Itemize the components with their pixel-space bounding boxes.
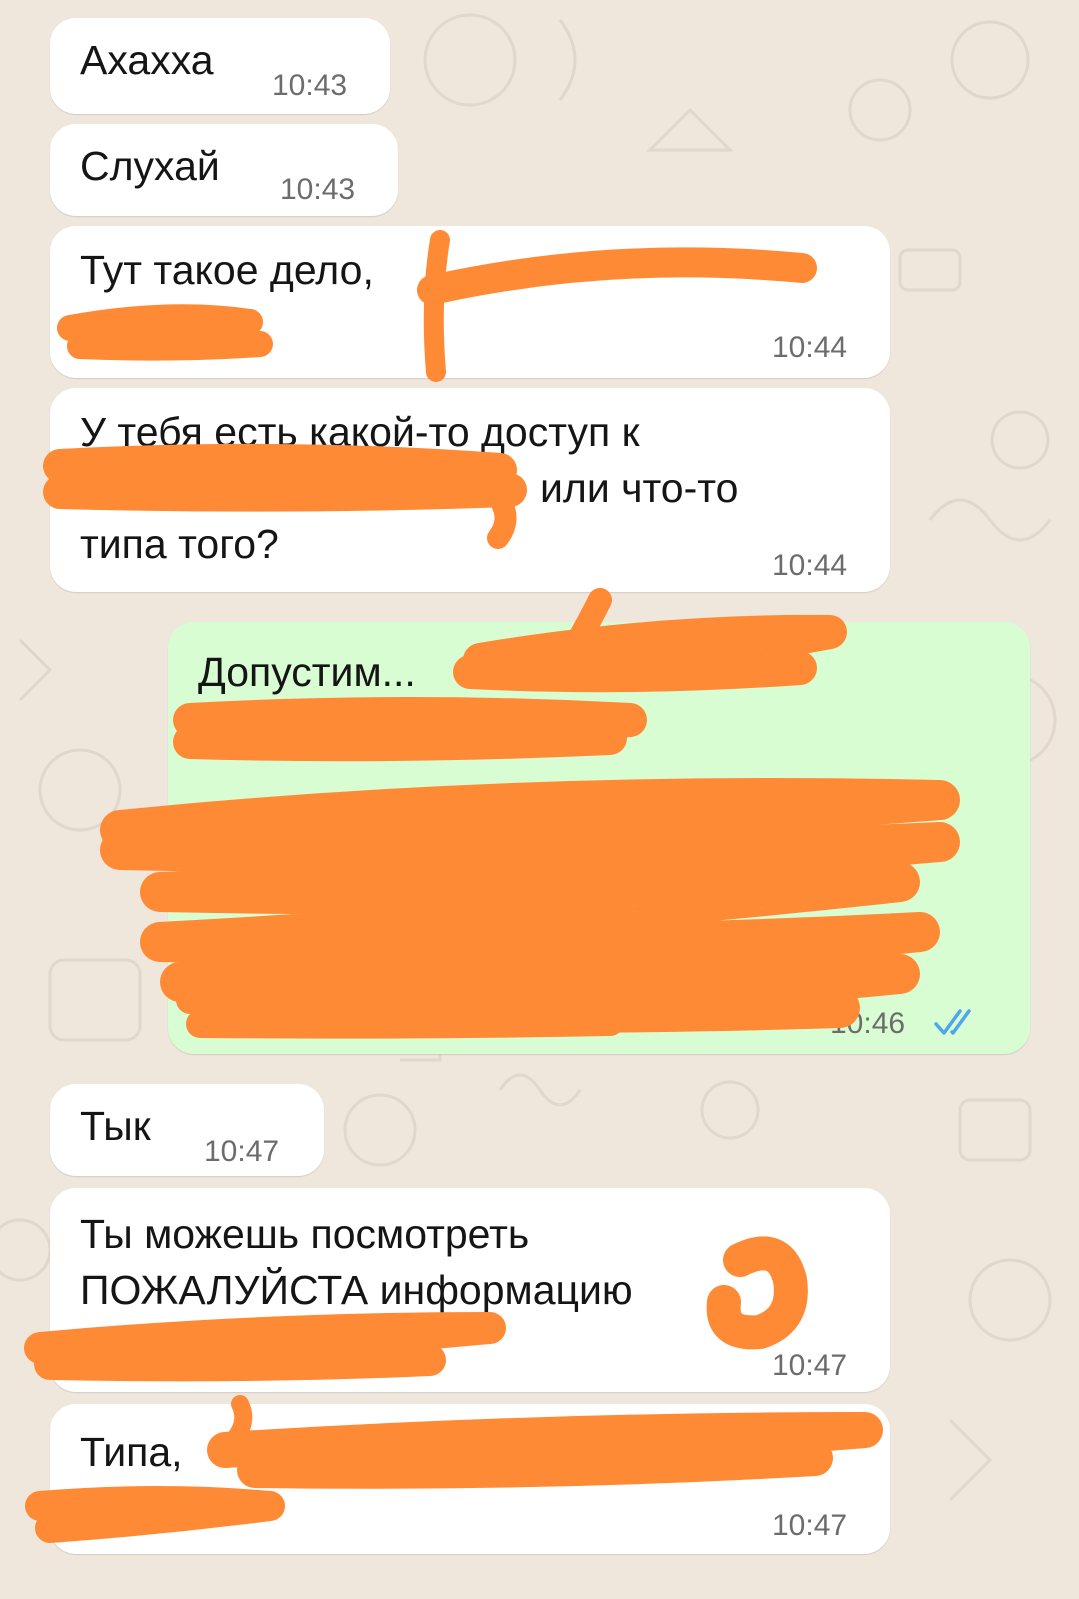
message-text: Ахахха bbox=[80, 37, 214, 83]
message-bubble-incoming[interactable]: Слухай 10:43 bbox=[50, 124, 398, 216]
message-text-line: Ты можешь посмотреть bbox=[80, 1211, 530, 1257]
message-timestamp: 10:47 bbox=[204, 1135, 280, 1168]
message-timestamp: 10:46 bbox=[830, 1007, 906, 1040]
message-text-line: ПОЖАЛУЙСТА информацию bbox=[80, 1267, 633, 1313]
message-text: Слухай bbox=[80, 143, 220, 189]
message-bubble-outgoing[interactable]: Допустим... 10:46 bbox=[168, 622, 1030, 1054]
message-text: Типа, bbox=[80, 1429, 183, 1475]
message-bubble-incoming[interactable]: Тут такое дело, 10:44 bbox=[50, 226, 890, 378]
message-timestamp: 10:44 bbox=[772, 331, 848, 364]
message-bubble-incoming[interactable]: Ты можешь посмотреть ПОЖАЛУЙСТА информац… bbox=[50, 1188, 890, 1392]
message-text-line: типа того? bbox=[80, 521, 279, 567]
message-text: Тык bbox=[80, 1103, 151, 1149]
message-timestamp: 10:47 bbox=[772, 1349, 848, 1382]
message-timestamp: 10:43 bbox=[272, 69, 348, 102]
double-check-icon bbox=[934, 1009, 971, 1035]
message-text-line: У тебя есть какой-то доступ к bbox=[80, 409, 640, 455]
message-bubble-incoming[interactable]: У тебя есть какой-то доступ к или что-то… bbox=[50, 388, 890, 592]
message-timestamp: 10:44 bbox=[772, 549, 848, 582]
message-text: Тут такое дело, bbox=[80, 247, 374, 293]
message-bubble-incoming[interactable]: Типа, 10:47 bbox=[50, 1404, 890, 1554]
message-timestamp: 10:47 bbox=[772, 1509, 848, 1542]
message-bubble-incoming[interactable]: Тык 10:47 bbox=[50, 1084, 324, 1176]
message-text: Допустим... bbox=[198, 649, 416, 695]
message-bubble-incoming[interactable]: Ахахха 10:43 bbox=[50, 18, 390, 114]
message-timestamp: 10:43 bbox=[280, 173, 356, 206]
message-text-line: или что-то bbox=[540, 465, 739, 511]
